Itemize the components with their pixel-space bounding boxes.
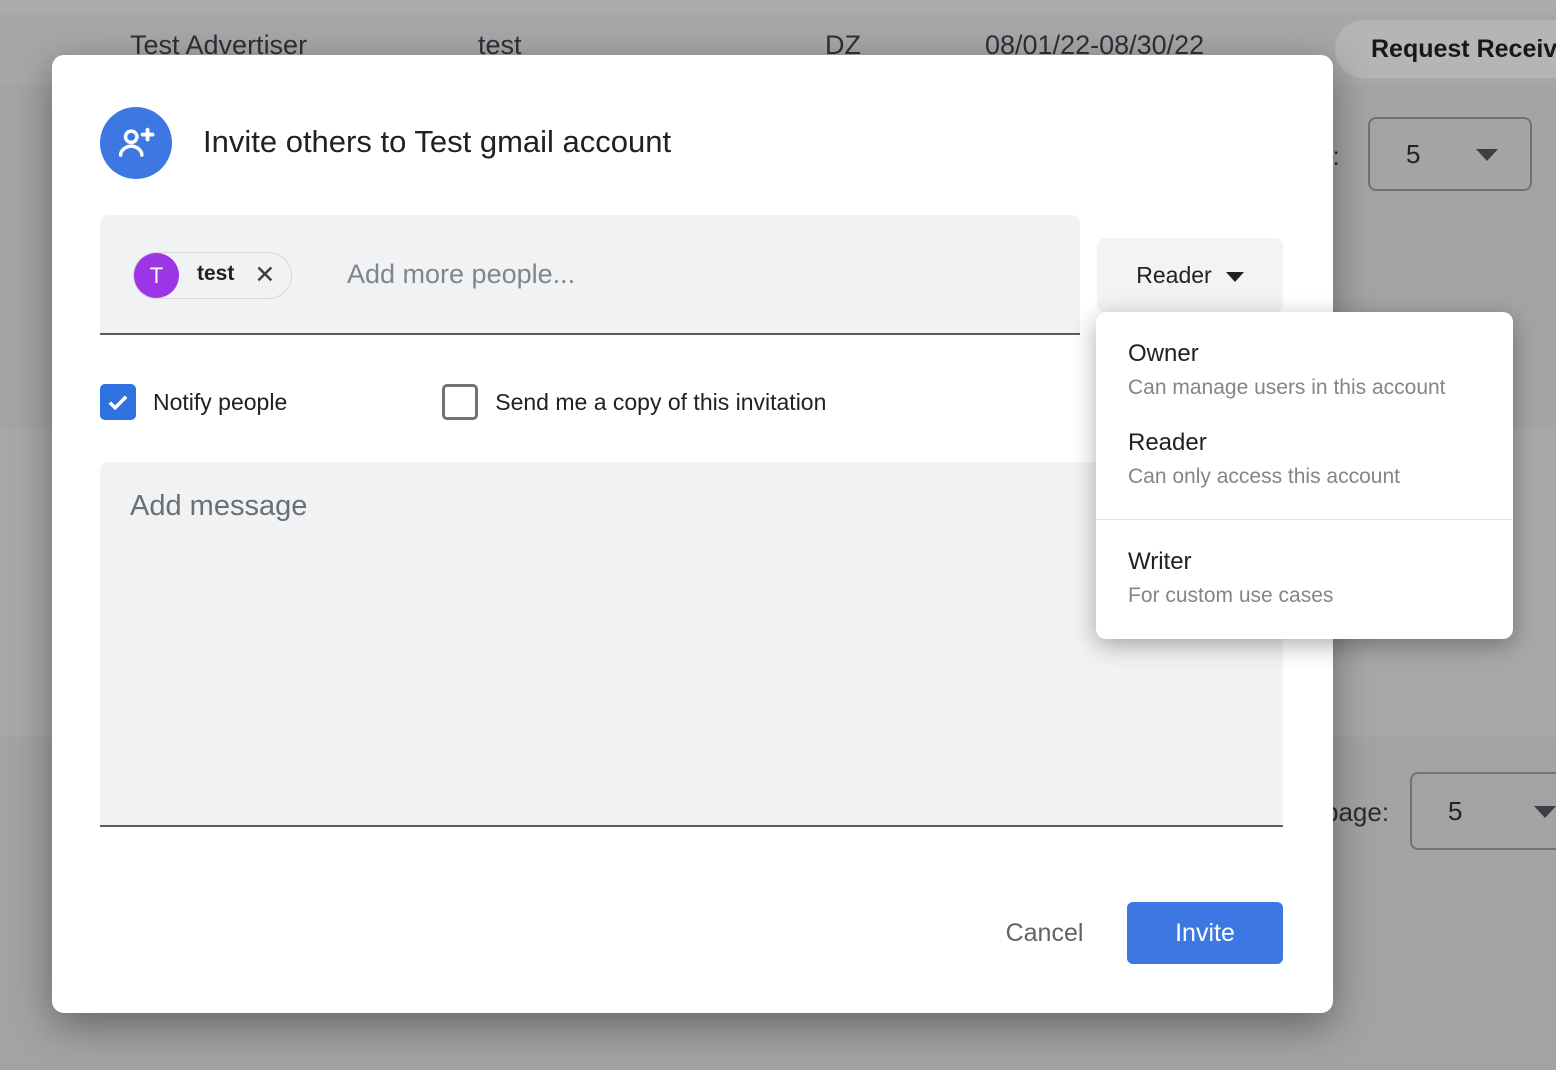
menu-divider [1096, 519, 1513, 520]
rows-per-page-select[interactable]: 5 [1368, 117, 1532, 191]
chevron-down-icon [1476, 149, 1498, 161]
person-add-icon [100, 107, 172, 179]
role-option-reader[interactable]: Reader Can only access this account [1096, 429, 1513, 489]
message-input[interactable] [130, 490, 1250, 800]
chevron-down-icon [1534, 806, 1556, 818]
avatar: T [134, 253, 179, 298]
recipients-field[interactable]: T test ✕ [100, 215, 1080, 335]
backdrop-band [0, 0, 1556, 13]
recipient-chip-label: test [197, 262, 234, 286]
rows-per-page-label: page: [1324, 797, 1389, 828]
role-menu: Owner Can manage users in this account R… [1096, 312, 1513, 639]
role-option-writer[interactable]: Writer For custom use cases [1096, 548, 1513, 608]
role-option-description: Can only access this account [1128, 465, 1513, 489]
role-option-description: For custom use cases [1128, 584, 1513, 608]
role-option-label: Reader [1128, 429, 1513, 457]
role-option-description: Can manage users in this account [1128, 376, 1513, 400]
role-option-label: Owner [1128, 340, 1513, 368]
cancel-button[interactable]: Cancel [982, 902, 1107, 964]
role-dropdown-label: Reader [1136, 262, 1211, 289]
recipient-chip[interactable]: T test ✕ [133, 252, 292, 299]
send-copy-label: Send me a copy of this invitation [495, 389, 826, 416]
notify-people-label: Notify people [153, 389, 287, 416]
rows-per-page-value: 5 [1406, 139, 1420, 170]
notify-people-checkbox[interactable] [100, 384, 136, 420]
add-people-input[interactable] [347, 215, 1047, 333]
screen: Test Advertiser test DZ 08/01/22-08/30/2… [0, 0, 1556, 1070]
rows-per-page-select[interactable]: 5 [1410, 772, 1556, 850]
send-copy-checkbox[interactable] [442, 384, 478, 420]
role-dropdown-button[interactable]: Reader [1097, 238, 1283, 312]
dialog-title: Invite others to Test gmail account [203, 124, 671, 160]
role-option-label: Writer [1128, 548, 1513, 576]
close-icon[interactable]: ✕ [254, 263, 275, 288]
notification-options: Notify people Send me a copy of this inv… [100, 384, 826, 420]
invite-button[interactable]: Invite [1127, 902, 1283, 964]
chevron-down-icon [1226, 272, 1244, 282]
role-option-owner[interactable]: Owner Can manage users in this account [1096, 340, 1513, 400]
status-badge[interactable]: Request Received [1335, 20, 1556, 78]
rows-per-page-value: 5 [1448, 796, 1462, 827]
